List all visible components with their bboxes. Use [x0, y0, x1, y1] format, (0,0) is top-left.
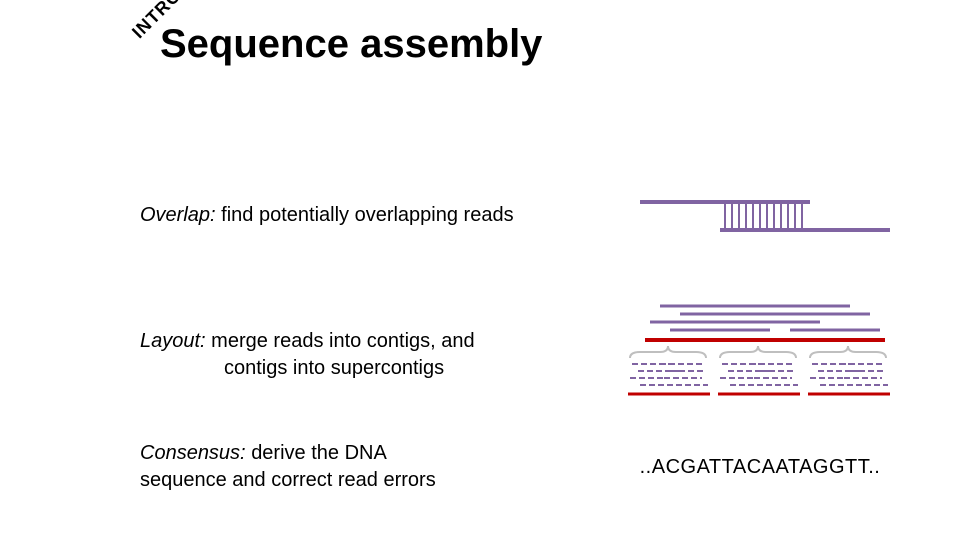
- consensus-term: Consensus:: [140, 442, 246, 464]
- overlap-text: Overlap: find potentially overlapping re…: [140, 202, 514, 229]
- step-layout: Layout: merge reads into contigs, and co…: [140, 300, 900, 410]
- consensus-sequence: ..ACGATTACAATAGGTT..: [620, 456, 900, 479]
- layout-desc1: merge reads into contigs, and: [211, 330, 475, 352]
- overlap-desc: find potentially overlapping reads: [221, 204, 513, 226]
- layout-figure: [620, 300, 900, 410]
- step-consensus: Consensus: derive the DNA sequence and c…: [140, 440, 900, 494]
- step-overlap: Overlap: find potentially overlapping re…: [140, 190, 900, 240]
- overlap-figure: [620, 190, 900, 240]
- consensus-desc1: derive the DNA: [251, 442, 387, 464]
- layout-term: Layout:: [140, 330, 206, 352]
- slide: INTRO Sequence assembly Overlap: find po…: [0, 0, 960, 540]
- layout-text: Layout: merge reads into contigs, and co…: [140, 328, 475, 382]
- layout-desc2: contigs into supercontigs: [140, 355, 475, 382]
- overlap-term: Overlap:: [140, 204, 216, 226]
- consensus-text: Consensus: derive the DNA sequence and c…: [140, 440, 436, 494]
- slide-title: Sequence assembly: [160, 22, 542, 67]
- consensus-desc2: sequence and correct read errors: [140, 469, 436, 491]
